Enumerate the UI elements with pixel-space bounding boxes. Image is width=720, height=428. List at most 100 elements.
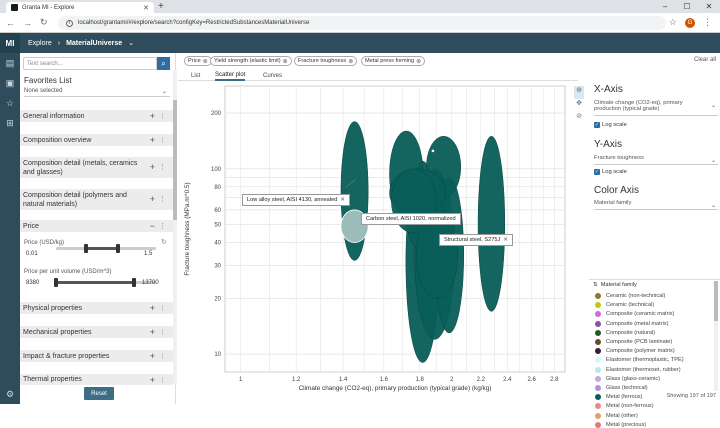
ppuv-slider[interactable] <box>54 278 156 287</box>
ppuv-max-value[interactable]: 13700 <box>142 280 159 286</box>
checkbox-checked-icon[interactable]: ✓ <box>594 169 600 175</box>
folder-icon[interactable]: ▣ <box>0 73 20 93</box>
section-menu-icon[interactable]: ⋮ <box>159 112 166 120</box>
breadcrumb-current[interactable]: MaterialUniverse <box>66 40 122 47</box>
tab-scatter-plot[interactable]: Scatter plot <box>215 70 246 81</box>
legend-item[interactable]: Ceramic (non-technical) <box>595 293 665 299</box>
legend-item[interactable]: Composite (metal matrix) <box>595 320 668 327</box>
section-impact-fracture[interactable]: Impact & fracture properties + ⋮ <box>20 350 173 363</box>
expand-plus-icon[interactable]: + <box>150 135 155 145</box>
clear-all-link[interactable]: Clear all <box>694 57 716 63</box>
reset-button[interactable]: Reset <box>84 387 114 400</box>
section-menu-icon[interactable]: ⋮ <box>159 163 166 172</box>
reload-icon[interactable]: ↻ <box>40 17 48 28</box>
section-general-information[interactable]: General information + ⋮ <box>20 110 173 123</box>
info-icon[interactable]: i <box>66 19 73 27</box>
section-menu-icon[interactable]: ⋮ <box>159 136 166 144</box>
tooltip-close-icon[interactable]: ✕ <box>340 197 345 203</box>
legend-item[interactable]: Composite (natural) <box>595 329 655 336</box>
y-log-scale-checkbox[interactable]: ✓ Log scale <box>594 169 627 175</box>
y-axis-select[interactable]: Fracture toughness ⌄ <box>594 155 718 165</box>
x-axis-select[interactable]: Climate change (CO2-eq), primary product… <box>594 100 718 116</box>
ppuv-slider-max-handle[interactable] <box>132 278 136 287</box>
legend-item[interactable]: Elastomer (thermoplastic, TPE) <box>595 357 684 364</box>
chip-remove-icon[interactable]: ⊗ <box>348 58 353 65</box>
legend-item[interactable]: Elastomer (thermoset, rubber) <box>595 366 681 373</box>
chip-remove-icon[interactable]: ⊗ <box>283 58 288 65</box>
close-window-icon[interactable]: ✕ <box>698 0 720 12</box>
section-composition-detail-metals[interactable]: Composition detail (metals, ceramics and… <box>20 157 173 179</box>
expand-plus-icon[interactable]: + <box>150 163 155 172</box>
search-input[interactable]: Text search... <box>23 57 157 70</box>
chip-remove-icon[interactable]: ⊗ <box>416 58 421 65</box>
no-selection-icon[interactable]: ⊘ <box>574 112 584 125</box>
scatter-plot-chart[interactable]: 10 20 30 40 50 60 80 100 200 1 1.2 1.4 1.6 1.8 2 2.2 2.4… <box>178 82 573 392</box>
filter-chip-metal-press-forming[interactable]: Metal press forming ⊗ <box>361 56 426 66</box>
price-slider-max-handle[interactable] <box>116 244 120 253</box>
menu-dots-icon[interactable]: ⋮ <box>703 17 712 28</box>
section-menu-icon[interactable]: ⋮ <box>159 222 166 230</box>
scrollbar-thumb[interactable] <box>714 281 718 321</box>
section-menu-icon[interactable]: ⋮ <box>159 328 166 336</box>
scrollbar-thumb[interactable] <box>173 100 177 220</box>
checkbox-checked-icon[interactable]: ✓ <box>594 122 600 128</box>
section-price[interactable]: Price − ⋮ <box>20 220 173 233</box>
legend-item[interactable]: Glass (technical) <box>595 385 648 391</box>
legend-item[interactable]: Composite (ceramic matrix) <box>595 311 674 318</box>
collapse-minus-icon[interactable]: − <box>150 221 155 231</box>
expand-plus-icon[interactable]: + <box>150 303 155 313</box>
legend-item[interactable]: Ceramic (technical) <box>595 302 654 309</box>
price-slider-min-handle[interactable] <box>84 244 88 253</box>
favorites-star-icon[interactable]: ☆ <box>0 93 20 113</box>
pan-tool-icon[interactable]: ✥ <box>574 99 584 112</box>
filter-chip-yield-strength[interactable]: Yield strength (elastic limit) ⊗ <box>210 56 292 66</box>
ppuv-slider-min-handle[interactable] <box>54 278 58 287</box>
filter-chip-fracture-toughness[interactable]: Fracture toughness ⊗ <box>294 56 358 66</box>
color-axis-select[interactable]: Material family ⌄ <box>594 200 718 210</box>
app-logo[interactable]: MI <box>0 33 20 53</box>
section-mechanical-properties[interactable]: Mechanical properties + ⋮ <box>20 326 173 339</box>
forward-icon[interactable]: → <box>23 18 32 28</box>
star-icon[interactable]: ☆ <box>669 17 677 28</box>
section-menu-icon[interactable]: ⋮ <box>159 195 166 204</box>
price-slider[interactable] <box>56 244 156 253</box>
chip-remove-icon[interactable]: ⊗ <box>203 58 208 65</box>
minimize-icon[interactable]: – <box>654 0 676 12</box>
expand-plus-icon[interactable]: + <box>150 111 155 121</box>
section-composition-detail-polymers[interactable]: Composition detail (polymers and natural… <box>20 189 173 211</box>
legend-item[interactable]: Metal (non-ferrous) <box>595 403 654 410</box>
material-bubble[interactable] <box>477 135 506 312</box>
expand-plus-icon[interactable]: + <box>150 195 155 204</box>
browser-tab[interactable]: Granta MI - Explore ✕ <box>6 2 154 13</box>
new-tab-icon[interactable]: + <box>158 1 164 12</box>
tab-curves[interactable]: Curves <box>263 70 282 81</box>
section-menu-icon[interactable]: ⋮ <box>159 376 166 384</box>
legend-item[interactable]: Composite (PCB laminate) <box>595 339 672 345</box>
price-min-value[interactable]: 0.01 <box>26 251 38 257</box>
expand-plus-icon[interactable]: + <box>150 327 155 337</box>
ppuv-min-value[interactable]: 8380 <box>26 280 39 286</box>
settings-gear-icon[interactable]: ⚙ <box>0 384 20 404</box>
document-icon[interactable]: ▤ <box>0 53 20 73</box>
tooltip-close-icon[interactable]: ✕ <box>503 237 508 243</box>
close-tab-icon[interactable]: ✕ <box>143 4 149 12</box>
maximize-icon[interactable]: ☐ <box>676 0 698 12</box>
section-composition-overview[interactable]: Composition overview + ⋮ <box>20 134 173 147</box>
chevron-down-icon[interactable]: ⌄ <box>128 39 134 47</box>
back-icon[interactable]: ← <box>6 18 15 28</box>
favorites-select[interactable]: None selected ⌄ <box>24 86 170 97</box>
filter-chip-price[interactable]: Price ⊗ <box>184 56 212 66</box>
section-menu-icon[interactable]: ⋮ <box>159 352 166 360</box>
reset-filter-icon[interactable]: ↻ <box>161 238 167 246</box>
section-physical-properties[interactable]: Physical properties + ⋮ <box>20 302 173 315</box>
address-bar[interactable]: i localhost/grantami/#/explore/search?co… <box>58 16 666 30</box>
zoom-tool-icon[interactable]: ⊕ <box>574 86 584 99</box>
legend-item[interactable]: Glass (glass-ceramic) <box>595 375 660 382</box>
expand-plus-icon[interactable]: + <box>150 375 155 385</box>
legend-item[interactable]: Metal (precious) <box>595 421 646 428</box>
section-menu-icon[interactable]: ⋮ <box>159 304 166 312</box>
network-icon[interactable]: ⊞ <box>0 113 20 133</box>
breadcrumb-root[interactable]: Explore <box>28 40 52 47</box>
sort-icon[interactable]: ⇅ <box>593 282 598 288</box>
price-max-value[interactable]: 1.5 <box>144 251 152 257</box>
